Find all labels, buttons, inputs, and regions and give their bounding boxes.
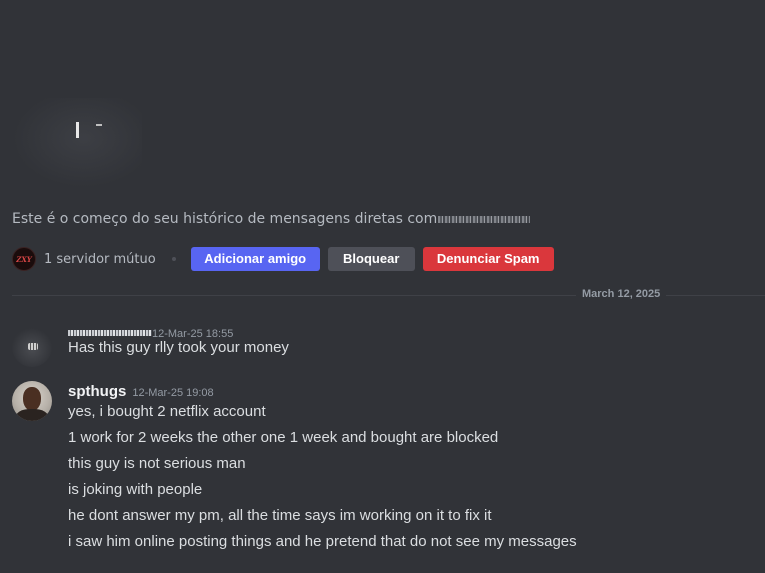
separator-dot [171, 257, 176, 261]
message-timestamp: 12-Mar-25 19:08 [132, 387, 214, 399]
username[interactable]: spthugs [68, 383, 126, 400]
report-spam-button[interactable]: Denunciar Spam [422, 247, 554, 271]
message-line: i saw him online posting things and he p… [68, 533, 577, 550]
message-line: is joking with people [68, 481, 203, 498]
avatar[interactable] [12, 381, 52, 421]
dm-intro: Este é o começo do seu histórico de mens… [12, 211, 531, 227]
date-divider-label: March 12, 2025 [576, 288, 667, 300]
username-redacted[interactable] [68, 329, 152, 336]
message-line: yes, i bought 2 netflix account [68, 403, 266, 420]
avatar-mark [28, 343, 38, 350]
message-line: this guy is not serious man [68, 455, 246, 472]
profile-glyph-secondary [96, 124, 102, 126]
profile-glyph [76, 122, 79, 138]
dm-intro-text: Este é o começo do seu histórico de mens… [12, 211, 438, 227]
avatar-face [23, 387, 41, 411]
block-button[interactable]: Bloquear [327, 247, 415, 271]
mutual-servers-link[interactable]: 1 servidor mútuo [44, 252, 156, 267]
dm-actions: ZXY 1 servidor mútuo Adicionar amigo Blo… [12, 247, 562, 271]
message-header: spthugs 12-Mar-25 19:08 [68, 381, 214, 400]
avatar[interactable] [12, 327, 52, 367]
message-line: 1 work for 2 weeks the other one 1 week … [68, 429, 499, 446]
message-line: Has this guy rlly took your money [68, 339, 289, 356]
mutual-server-icon[interactable]: ZXY [12, 247, 36, 271]
redacted-username [438, 215, 531, 223]
add-friend-button[interactable]: Adicionar amigo [190, 247, 320, 271]
avatar-shirt [16, 409, 48, 421]
profile-banner-blurred [12, 98, 142, 188]
message-line: he dont answer my pm, all the time says … [68, 507, 492, 524]
dm-channel: Este é o começo do seu histórico de mens… [0, 0, 765, 573]
